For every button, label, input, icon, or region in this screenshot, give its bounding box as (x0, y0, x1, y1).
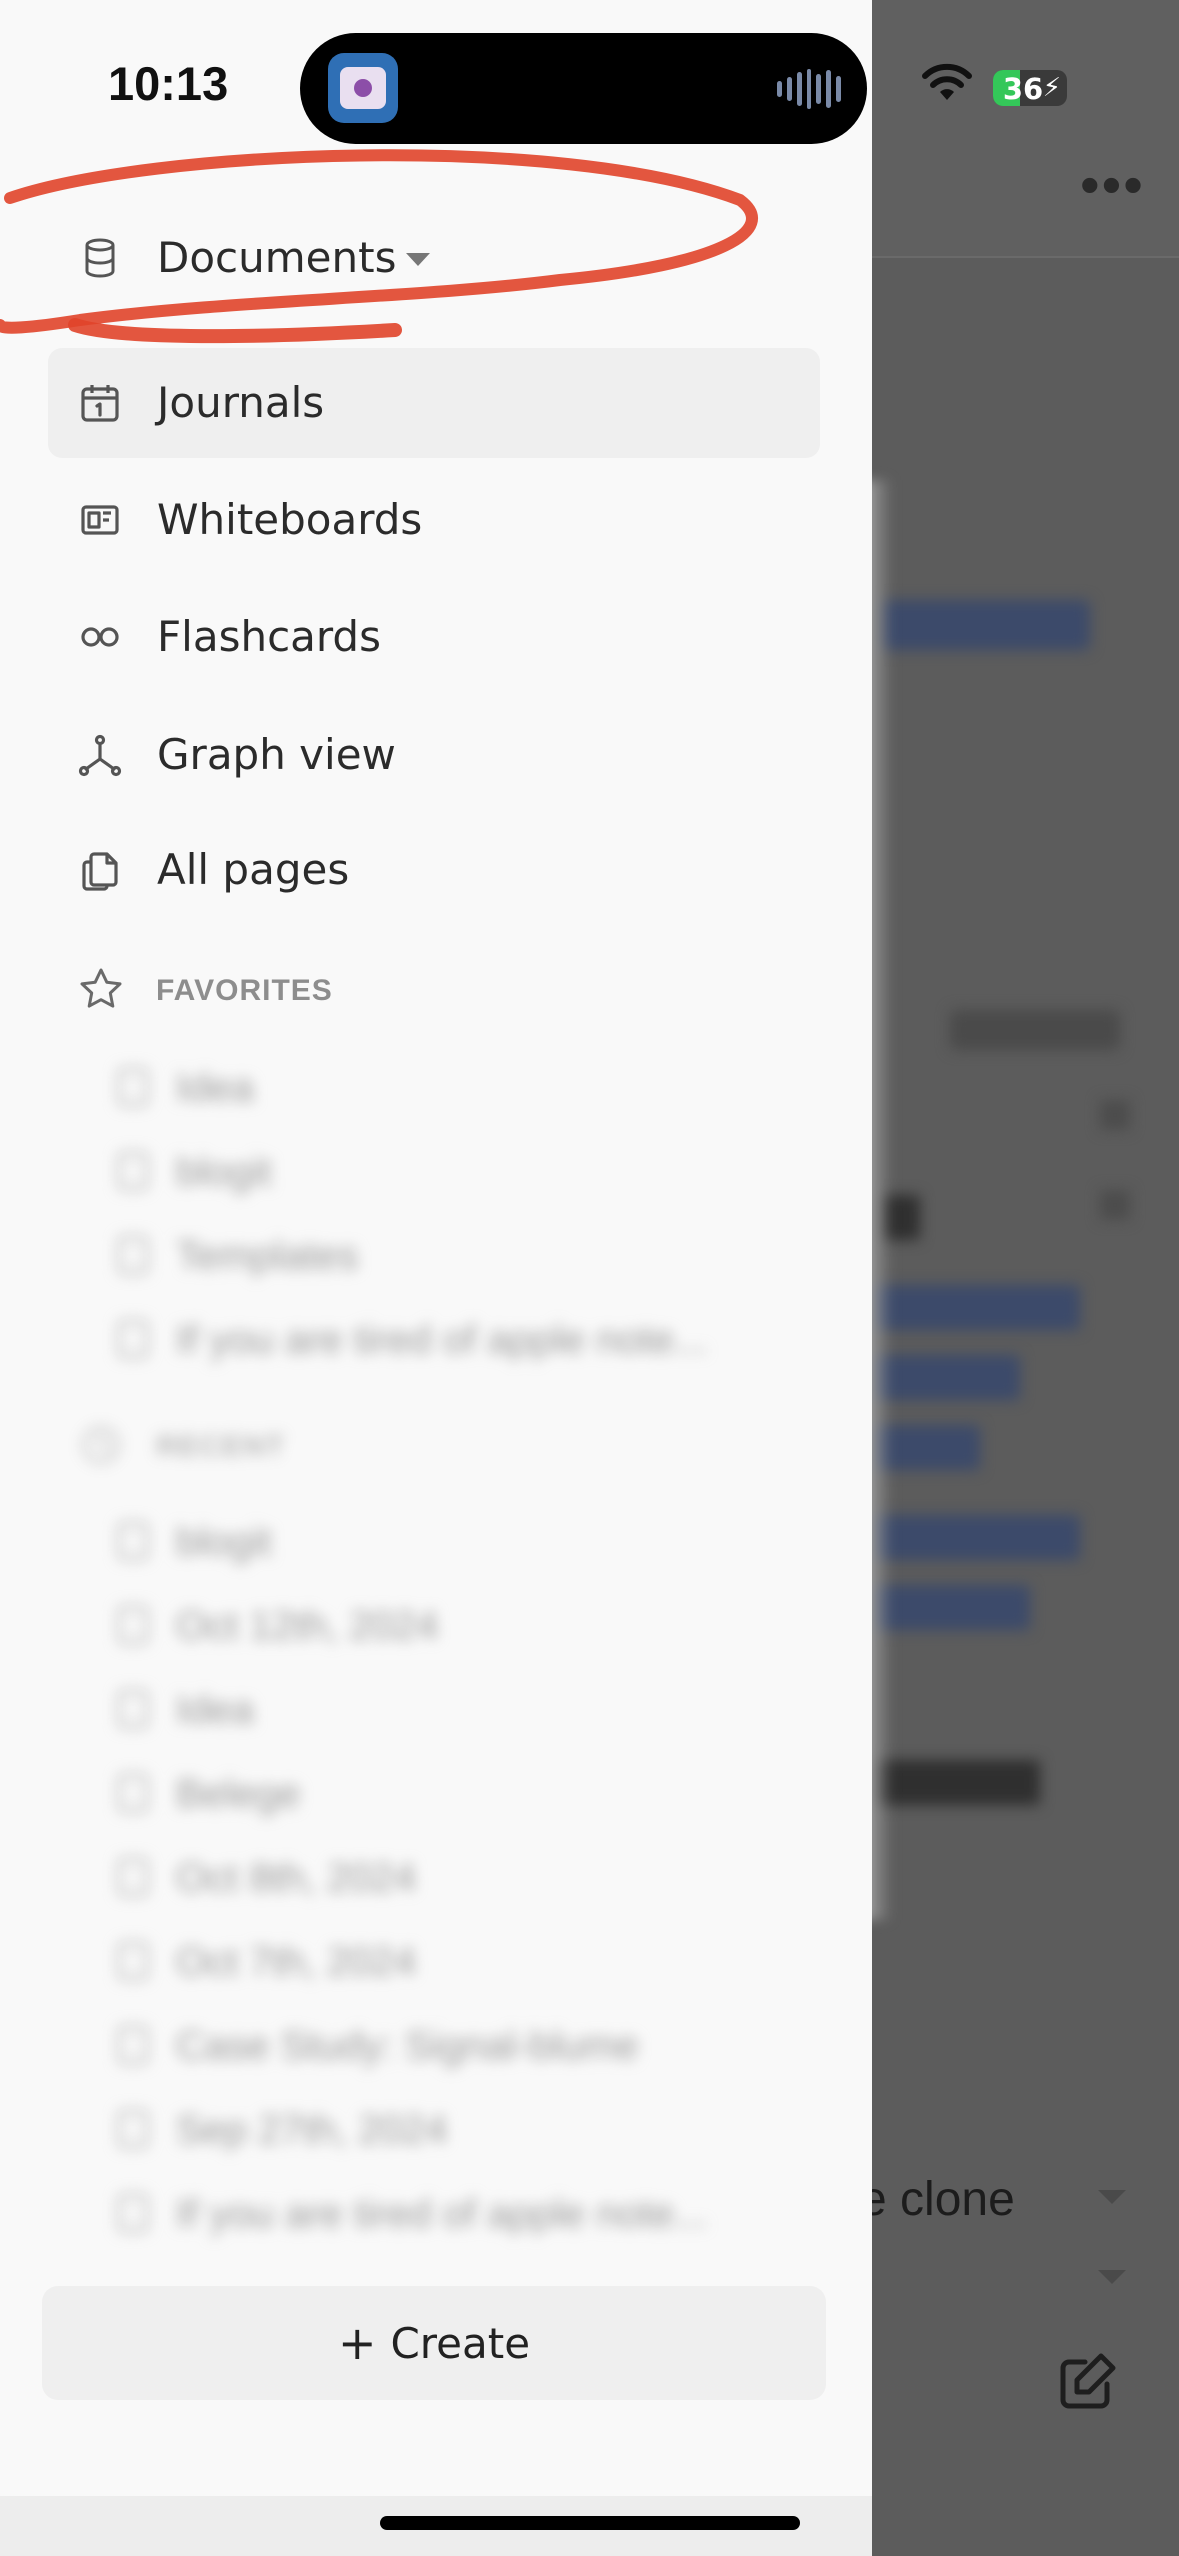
sidebar-item-label: All pages (157, 845, 350, 894)
page-icon (118, 1152, 148, 1190)
status-time: 10:13 (108, 57, 229, 110)
favorites-list: Idea blogit Templates If you are tired o… (118, 1046, 798, 1382)
chevron-down-icon (1098, 2270, 1126, 2284)
list-item[interactable]: Oct 7th, 2024 (118, 1920, 798, 2004)
infinity-icon (81, 627, 119, 647)
section-title: FAVORITES (156, 974, 333, 1007)
sidebar-drawer: 10:13 36 ⚡ Documents Journals Whiteboard… (0, 0, 1067, 2556)
page-icon (118, 1068, 148, 1106)
plus-icon: + (337, 2316, 377, 2370)
more-horizontal-icon[interactable]: ••• (1080, 157, 1145, 213)
dynamic-island[interactable] (300, 33, 867, 144)
blurred-chevron (1100, 1190, 1130, 1220)
blurred-text (870, 1760, 1040, 1805)
list-item[interactable]: Templates (118, 1214, 798, 1298)
whiteboard-icon (81, 505, 119, 535)
sidebar-item-whiteboards[interactable]: Whiteboards (48, 465, 820, 575)
list-item[interactable]: blogit (118, 1130, 798, 1214)
list-item-label: Idea (176, 1066, 254, 1110)
star-icon (80, 968, 122, 1008)
list-item-label: Belege (176, 1772, 301, 1816)
blurred-link (870, 1355, 1020, 1400)
blurred-chevron (1100, 1100, 1130, 1130)
list-item[interactable]: Belege (118, 1752, 798, 1836)
recent-list: blogit Oct 12th, 2024 Idea Belege Oct 8t… (118, 1500, 798, 2256)
create-button-label: Create (390, 2318, 531, 2368)
list-item-label: Sep 27th, 2024 (176, 2108, 448, 2152)
create-button[interactable]: + Create (42, 2286, 826, 2400)
clock-icon (82, 1426, 120, 1464)
bolt-icon: ⚡ (1042, 72, 1061, 102)
page-icon (118, 1606, 148, 1644)
list-item-label: Oct 12th, 2024 (176, 1604, 439, 1648)
list-item-label: blogit (176, 1520, 272, 1564)
home-indicator[interactable] (380, 2516, 800, 2530)
calendar-icon (81, 385, 119, 422)
list-item[interactable]: Oct 12th, 2024 (118, 1584, 798, 1668)
sidebar-item-label: Graph view (157, 730, 396, 779)
blurred-results-count (950, 1010, 1120, 1050)
list-item-label: Templates (176, 1234, 359, 1278)
list-item[interactable]: Idea (118, 1046, 798, 1130)
compose-icon[interactable] (1055, 2350, 1119, 2414)
blurred-link (870, 1585, 1030, 1630)
graph-icon (78, 734, 122, 777)
page-icon (118, 2026, 148, 2064)
sidebar-item-label: Journals (157, 378, 325, 427)
list-item[interactable]: If you are tired of apple note... (118, 2172, 798, 2256)
list-item-label: Idea (176, 1688, 254, 1732)
page-icon (118, 2194, 148, 2232)
page-icon (118, 2110, 148, 2148)
list-item[interactable]: If you are tired of apple note... (118, 1298, 798, 1382)
page-icon (118, 1320, 148, 1358)
list-item[interactable]: Case Study: Signal-blume (118, 2004, 798, 2088)
list-item[interactable]: Oct 8th, 2024 (118, 1836, 798, 1920)
list-item[interactable]: Sep 27th, 2024 (118, 2088, 798, 2172)
battery-indicator: 36 ⚡ (993, 70, 1067, 106)
blurred-link (880, 600, 1090, 650)
chevron-down-icon (1098, 2190, 1126, 2204)
sidebar-item-label: Whiteboards (157, 495, 423, 544)
background-partial-text: e clone (860, 2173, 1015, 2226)
list-item-label: blogit (176, 1150, 272, 1194)
page-icon (118, 1774, 148, 1812)
list-item-label: If you are tired of apple note... (176, 2192, 708, 2236)
page-icon (118, 1690, 148, 1728)
sidebar-item-label: Flashcards (157, 612, 381, 661)
list-item-label: If you are tired of apple note... (176, 1318, 708, 1362)
audio-wave-icon (777, 69, 842, 109)
sidebar-item-all-pages[interactable]: All pages (48, 815, 820, 925)
sidebar-item-flashcards[interactable]: Flashcards (48, 582, 820, 692)
list-item[interactable]: Idea (118, 1668, 798, 1752)
list-item-label: Case Study: Signal-blume (176, 2024, 639, 2068)
sidebar-item-journals[interactable]: Journals (48, 348, 820, 458)
blurred-link (870, 1285, 1080, 1330)
blurred-link (870, 1515, 1080, 1560)
page-icon (118, 1522, 148, 1560)
page-icon (118, 1236, 148, 1274)
page-icon (118, 1942, 148, 1980)
list-item-label: Oct 8th, 2024 (176, 1856, 417, 1900)
page-icon (118, 1858, 148, 1896)
sidebar-item-graph-view[interactable]: Graph view (48, 700, 820, 810)
wifi-icon (922, 63, 972, 100)
pages-icon (82, 852, 118, 891)
annotation-ellipse (0, 149, 758, 344)
list-item-label: Oct 7th, 2024 (176, 1940, 417, 1984)
section-title: RECENT (156, 1430, 286, 1463)
list-item[interactable]: blogit (118, 1500, 798, 1584)
app-icon (328, 53, 398, 123)
